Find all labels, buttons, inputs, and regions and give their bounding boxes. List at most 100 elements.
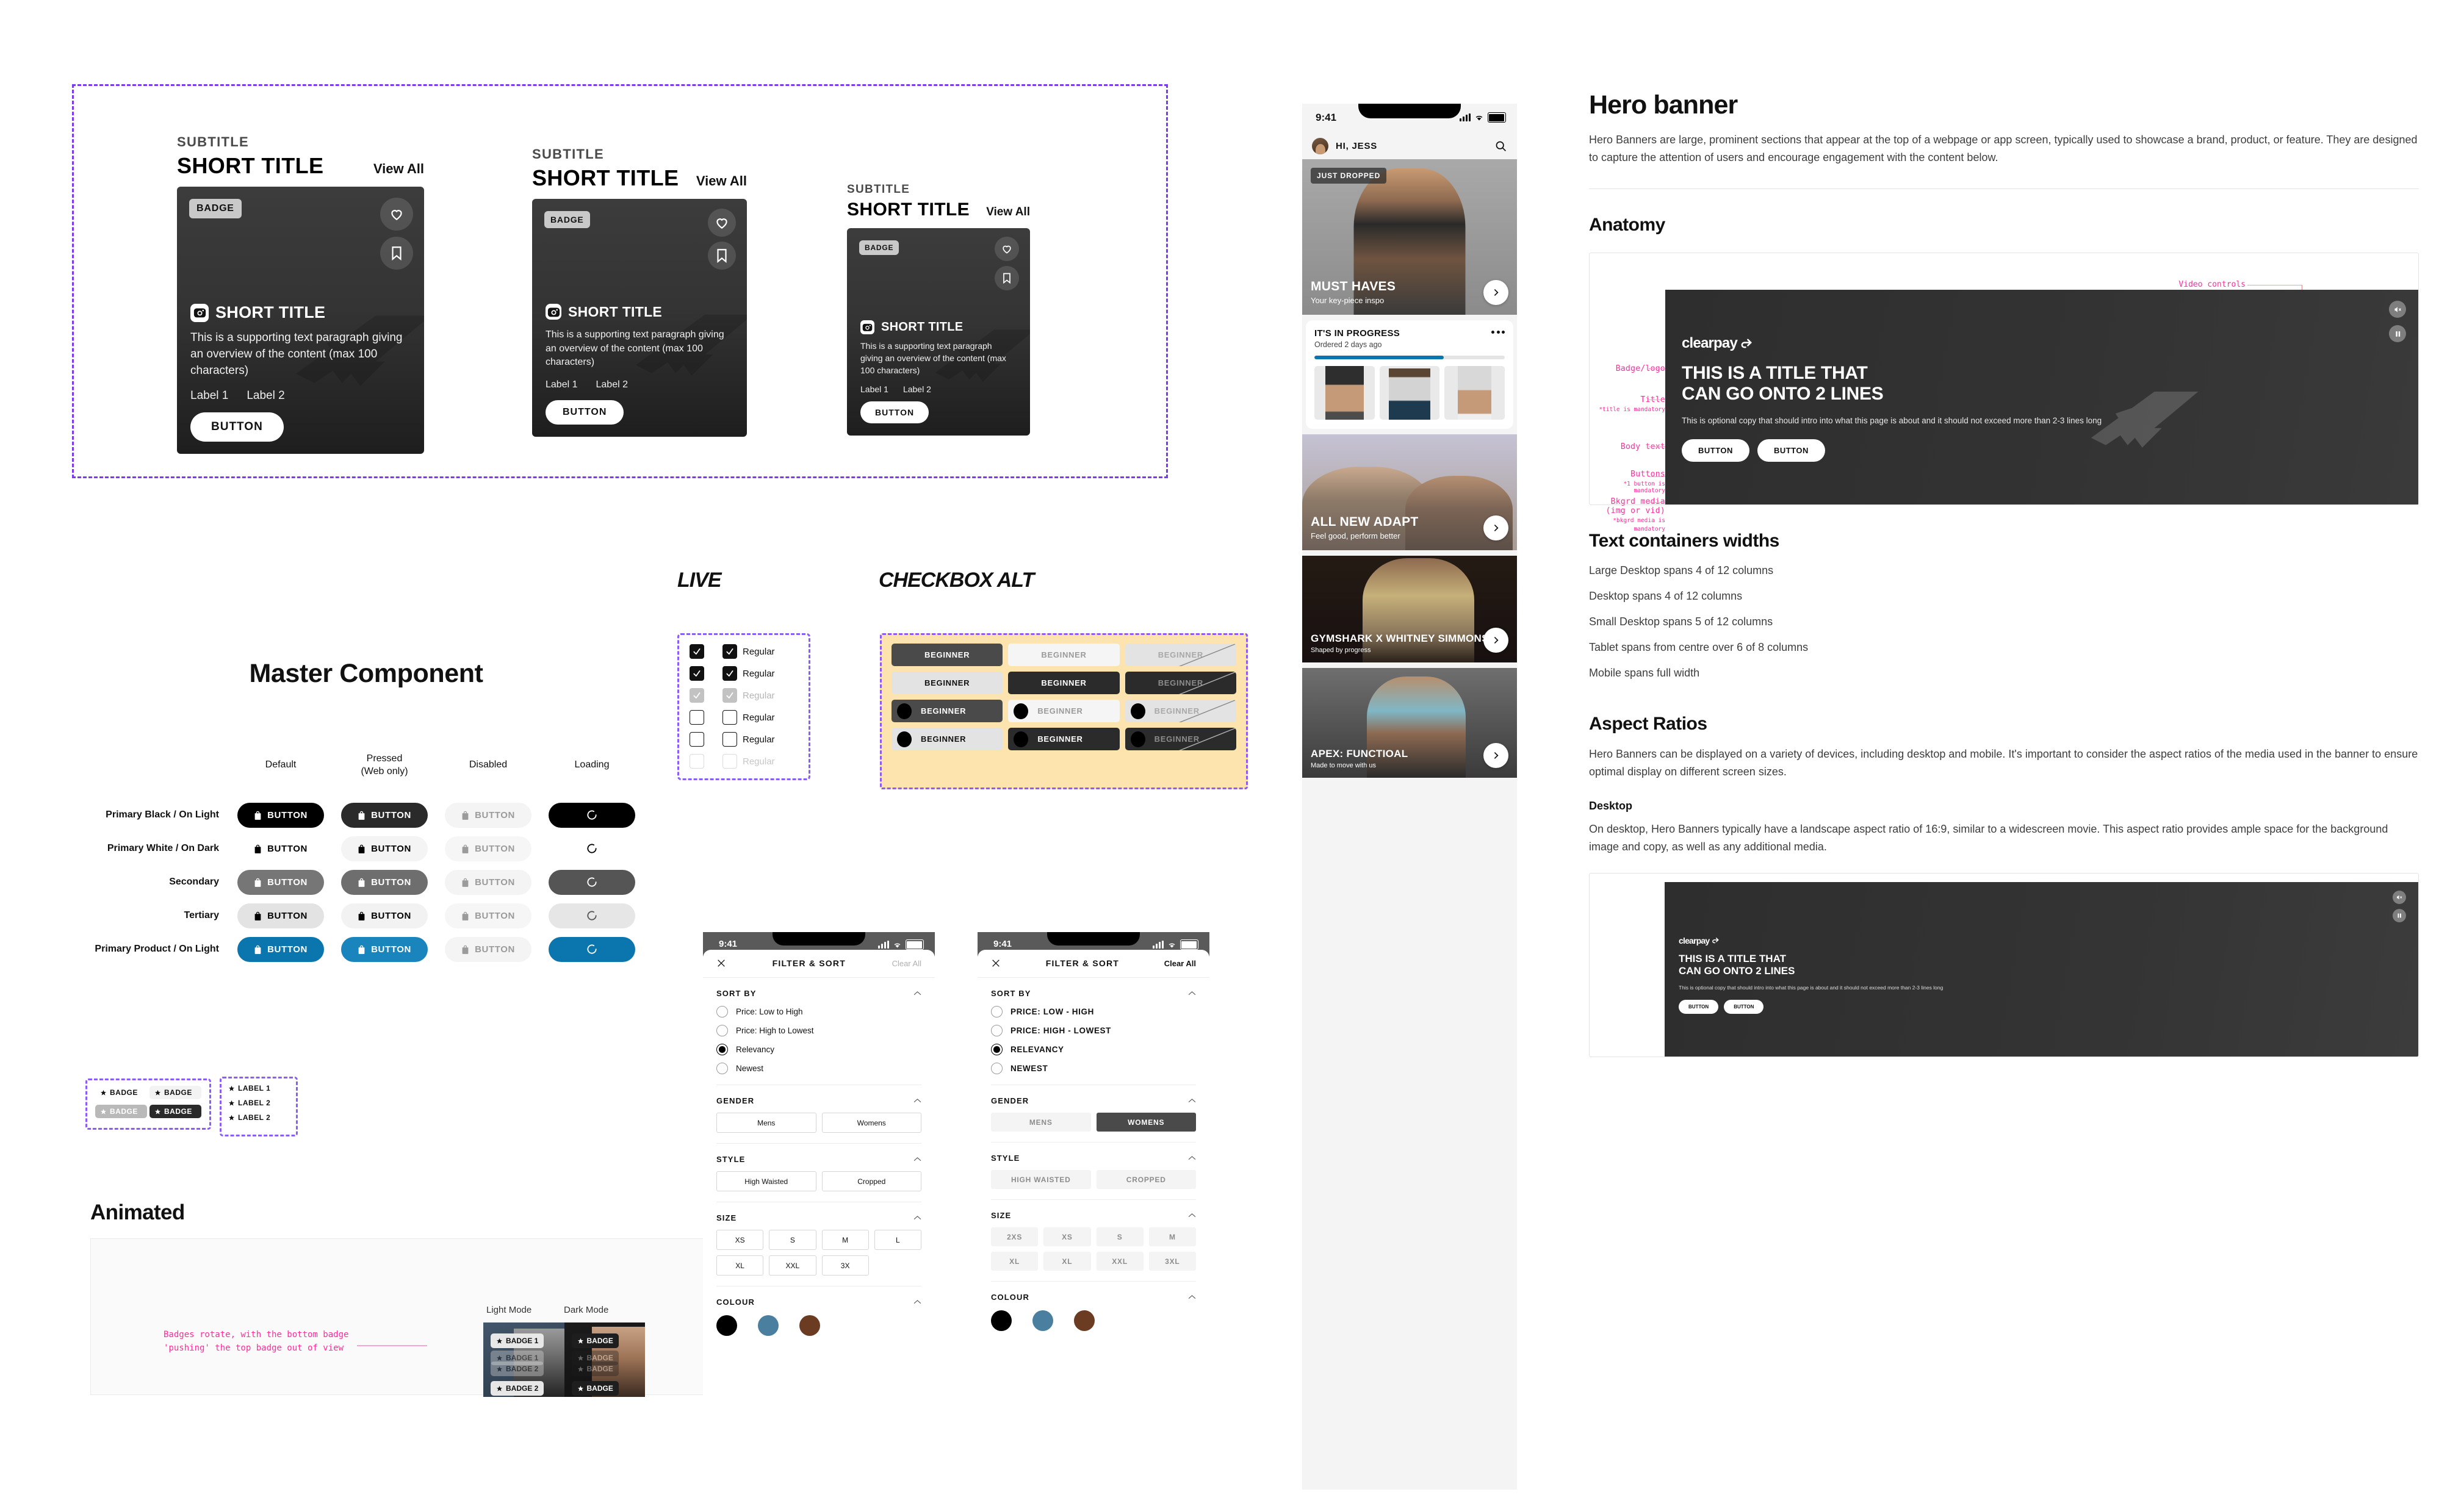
size-chip[interactable]: 3X [821,1255,869,1276]
size-chip[interactable]: 2XS [991,1227,1039,1246]
checkbox-row[interactable]: Regular [679,706,809,728]
beginner-chip[interactable]: BEGINNER [892,672,1003,694]
chevron-up-icon[interactable] [913,1154,921,1164]
order-thumbnail[interactable] [1379,366,1440,420]
style-chip[interactable]: CROPPED [1096,1170,1196,1189]
checkbox[interactable] [690,754,704,769]
hero-next-button[interactable] [1483,280,1508,305]
checkbox-row[interactable]: Regular [679,641,809,662]
gender-chip[interactable]: Womens [821,1113,921,1133]
product-card-3[interactable]: SUBTITLE SHORT TITLE View All BADGE SHOR… [847,183,1030,436]
banner-button-2[interactable]: BUTTON [1724,1000,1764,1014]
checkbox[interactable] [722,710,737,725]
sort-option-row[interactable]: PRICE: LOW - HIGH [991,1006,1196,1017]
size-chip[interactable]: XS [716,1230,764,1250]
view-all-link[interactable]: View All [373,161,424,177]
clear-all-button[interactable]: Clear All [892,959,921,968]
more-horizontal-icon[interactable] [1491,328,1505,334]
beginner-chip[interactable]: BEGINNER [1008,728,1120,750]
checkbox[interactable] [690,710,704,725]
radio-button[interactable] [716,1044,728,1055]
chevron-up-icon[interactable] [913,1212,921,1223]
sort-option-row[interactable]: Newest [716,1063,921,1074]
variant-button[interactable]: BUTTON [237,836,324,861]
favourite-heart-button[interactable] [995,237,1019,261]
variant-button[interactable]: BUTTON [445,802,531,828]
variant-button[interactable]: BUTTON [237,903,324,928]
variant-button[interactable]: BUTTON [341,869,428,895]
beginner-chip[interactable]: BEGINNER [1125,700,1236,722]
chevron-up-icon[interactable] [1188,1210,1196,1221]
card-cta-button[interactable]: BUTTON [546,400,624,425]
size-chip[interactable]: XL [991,1252,1039,1271]
checkbox[interactable] [722,732,737,747]
size-chip[interactable]: M [821,1230,869,1250]
hero-card-must-haves[interactable]: JUST DROPPED MUST HAVES Your key-piece i… [1302,159,1517,315]
chevron-up-icon[interactable] [913,988,921,999]
style-chip[interactable]: Cropped [821,1171,921,1191]
checkbox-row[interactable]: Regular [679,684,809,706]
size-chip[interactable]: L [874,1230,921,1250]
checkbox-row[interactable]: Regular [679,750,809,772]
variant-button[interactable] [549,903,635,928]
banner-button-1[interactable]: BUTTON [1679,1000,1719,1014]
hero-card-all-new-adapt[interactable]: ALL NEW ADAPT Feel good, perform better [1302,434,1517,550]
size-chip[interactable]: XL [716,1255,764,1276]
size-chip[interactable]: XS [1043,1227,1091,1246]
chevron-up-icon[interactable] [1188,1152,1196,1163]
checkbox[interactable] [722,688,737,703]
chevron-up-icon[interactable] [1188,988,1196,999]
favourite-heart-button[interactable] [380,198,413,231]
checkbox[interactable] [690,688,704,703]
pause-icon[interactable] [2393,908,2406,922]
gender-chip[interactable]: MENS [991,1113,1091,1132]
variant-button[interactable]: BUTTON [445,936,531,962]
gender-chip[interactable]: WOMENS [1096,1113,1196,1132]
checkbox[interactable] [690,666,704,681]
size-chip[interactable]: XL [1043,1252,1091,1271]
checkbox[interactable] [690,644,704,659]
variant-button[interactable] [549,836,635,861]
hero-card-apex[interactable]: APEX: FUNCTIOAL Made to move with us [1302,668,1517,778]
order-progress-card[interactable]: IT'S IN PROGRESS Ordered 2 days ago [1306,320,1513,429]
gender-chip[interactable]: Mens [716,1113,816,1133]
size-chip[interactable]: M [1148,1227,1196,1246]
bookmark-button[interactable] [708,242,736,270]
chevron-up-icon[interactable] [913,1095,921,1106]
variant-button[interactable]: BUTTON [237,869,324,895]
variant-button[interactable]: BUTTON [341,802,428,828]
size-chip[interactable]: 3XL [1148,1252,1196,1271]
view-all-link[interactable]: View All [986,206,1030,219]
hero-next-button[interactable] [1483,743,1508,768]
checkbox[interactable] [690,732,704,747]
product-card-2[interactable]: SUBTITLE SHORT TITLE View All BADGE SHOR… [532,146,747,437]
beginner-chip[interactable]: BEGINNER [1008,644,1120,666]
variant-button[interactable]: BUTTON [237,802,324,828]
beginner-chip[interactable]: BEGINNER [892,728,1003,750]
sort-option-row[interactable]: PRICE: HIGH - LOWEST [991,1025,1196,1036]
colour-swatch[interactable] [991,1310,1012,1331]
checkbox[interactable] [722,644,737,659]
radio-button[interactable] [991,1063,1003,1074]
pause-icon[interactable] [2389,325,2406,343]
sort-option-row[interactable]: Relevancy [716,1044,921,1055]
radio-button[interactable] [716,1063,728,1074]
sort-option-row[interactable]: Price: High to Lowest [716,1025,921,1036]
favourite-heart-button[interactable] [708,209,736,237]
colour-swatch[interactable] [1074,1310,1095,1331]
checkbox[interactable] [722,754,737,769]
beginner-chip[interactable]: BEGINNER [892,644,1003,666]
colour-swatch[interactable] [716,1315,737,1336]
close-icon[interactable] [716,958,726,968]
avatar[interactable] [1312,137,1328,154]
chevron-up-icon[interactable] [1188,1291,1196,1302]
banner-button-1[interactable]: BUTTON [1682,439,1749,462]
colour-swatch[interactable] [1032,1310,1053,1331]
variant-button[interactable] [549,802,635,828]
variant-button[interactable]: BUTTON [237,936,324,962]
radio-button[interactable] [716,1006,728,1017]
hero-card-whitney[interactable]: GYMSHARK X WHITNEY SIMMONS Shaped by pro… [1302,556,1517,662]
variant-button[interactable]: BUTTON [445,836,531,861]
chevron-up-icon[interactable] [1188,1095,1196,1106]
variant-button[interactable] [549,936,635,962]
